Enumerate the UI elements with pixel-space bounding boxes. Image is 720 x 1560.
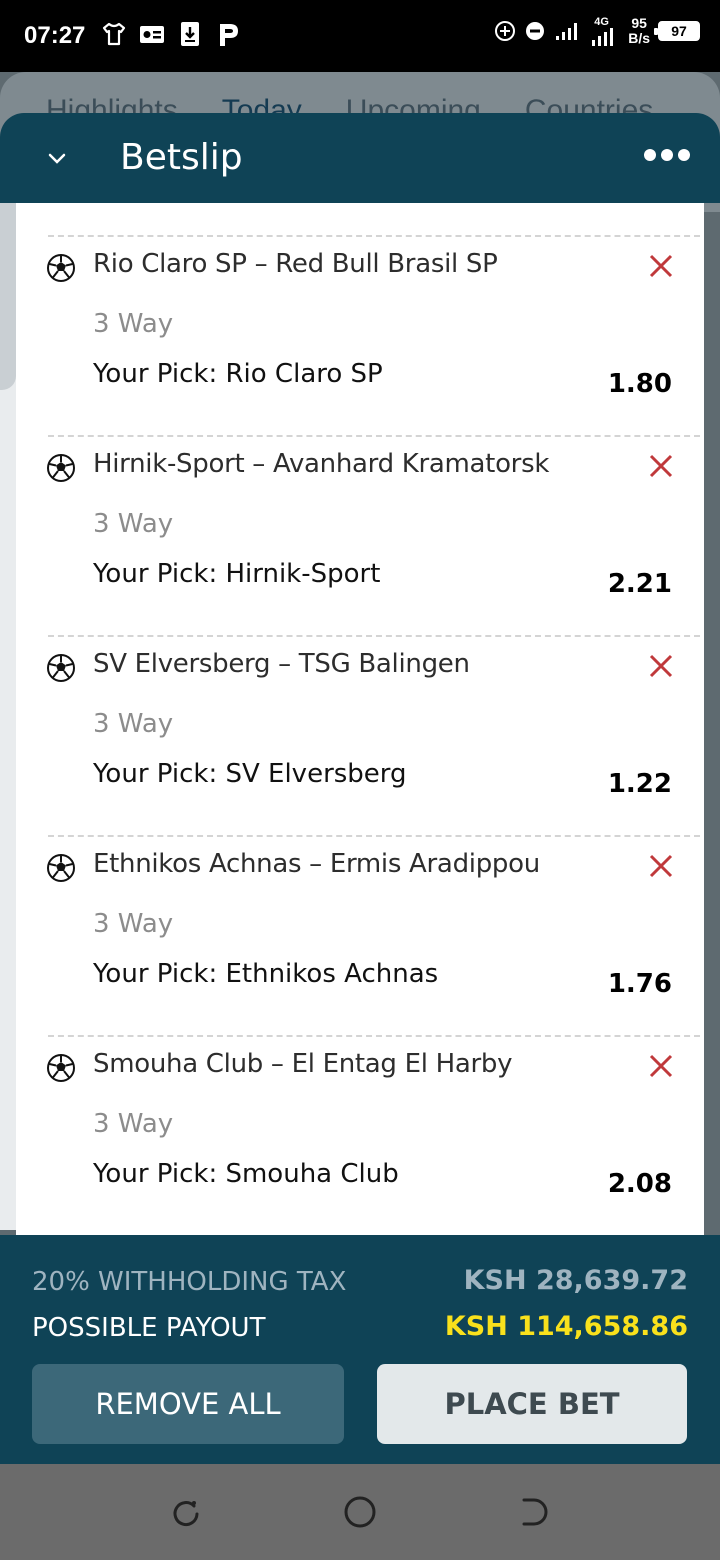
home-icon[interactable] [342,1494,378,1530]
remove-bet-icon[interactable] [646,451,676,481]
your-pick: Your Pick: SV Elversberg [93,759,407,789]
soccer-ball-icon [47,654,75,682]
match-name: SV Elversberg – TSG Balingen [93,649,470,679]
network-speed: 95 B/s [628,15,650,46]
system-nav-bar [0,1464,720,1560]
signal-4g-icon: 4G [590,16,620,46]
chevron-down-icon[interactable] [42,143,72,173]
market-type: 3 Way [93,709,174,739]
market-type: 3 Way [93,309,174,339]
divider [48,235,700,237]
tax-value: KSH 28,639.72 [463,1265,688,1296]
background-card-edge [0,175,16,390]
soccer-ball-icon [47,854,75,882]
download-icon [181,22,199,46]
soccer-ball-icon [47,1054,75,1082]
payout-value: KSH 114,658.86 [444,1311,688,1342]
remove-bet-icon[interactable] [646,851,676,881]
market-type: 3 Way [93,509,174,539]
bet-item: Ethnikos Achnas – Ermis Aradippou 3 Way … [16,835,704,1035]
bet-item: SV Elversberg – TSG Balingen 3 Way Your … [16,635,704,835]
betslip-header: Betslip [0,113,720,203]
tax-label: 20% WITHHOLDING TAX [32,1267,347,1297]
odds-value: 1.22 [607,769,672,799]
more-horizontal-icon[interactable] [644,149,690,165]
add-circle-icon [495,21,516,41]
betslip-footer: 20% WITHHOLDING TAX KSH 28,639.72 POSSIB… [0,1235,720,1464]
odds-value: 2.21 [607,569,672,599]
divider [48,435,700,437]
divider [48,1035,700,1037]
do-not-disturb-icon [526,22,545,40]
odds-value: 1.76 [607,969,672,999]
status-bar: 07:27 4G 95 B/s 97 [0,0,720,72]
your-pick: Your Pick: Smouha Club [93,1159,399,1189]
tshirt-icon [102,22,126,46]
your-pick: Your Pick: Rio Claro SP [93,359,383,389]
card-icon [140,26,164,43]
payout-label: POSSIBLE PAYOUT [32,1313,266,1343]
status-left-icons [100,20,242,48]
bet-item: Hirnik-Sport – Avanhard Kramatorsk 3 Way… [16,435,704,635]
match-name: Smouha Club – El Entag El Harby [93,1049,513,1079]
remove-bet-icon[interactable] [646,1051,676,1081]
divider [48,835,700,837]
remove-bet-icon[interactable] [646,251,676,281]
betslip-title: Betslip [120,137,243,178]
match-name: Rio Claro SP – Red Bull Brasil SP [93,249,498,279]
place-bet-button[interactable]: PLACE BET [377,1364,687,1444]
bet-list[interactable]: Rio Claro SP – Red Bull Brasil SP 3 Way … [16,203,704,1235]
soccer-ball-icon [47,454,75,482]
your-pick: Your Pick: Hirnik-Sport [93,559,381,589]
odds-value: 1.80 [607,369,672,399]
soccer-ball-icon [47,254,75,282]
back-icon[interactable] [516,1494,552,1530]
odds-value: 2.08 [607,1169,672,1199]
bet-item: Rio Claro SP – Red Bull Brasil SP 3 Way … [16,235,704,435]
status-right-icons: 4G 95 B/s 97 [494,16,700,46]
bet-item: Smouha Club – El Entag El Harby 3 Way Yo… [16,1035,704,1235]
p-icon [220,24,238,46]
match-name: Hirnik-Sport – Avanhard Kramatorsk [93,449,550,479]
battery-indicator: 97 [654,21,700,41]
match-name: Ethnikos Achnas – Ermis Aradippou [93,849,540,879]
remove-bet-icon[interactable] [646,651,676,681]
divider [48,635,700,637]
remove-all-button[interactable]: REMOVE ALL [32,1364,344,1444]
market-type: 3 Way [93,909,174,939]
your-pick: Your Pick: Ethnikos Achnas [93,959,439,989]
recents-icon[interactable] [168,1494,204,1530]
market-type: 3 Way [93,1109,174,1139]
status-time: 07:27 [24,22,86,49]
signal-icon [556,23,578,40]
